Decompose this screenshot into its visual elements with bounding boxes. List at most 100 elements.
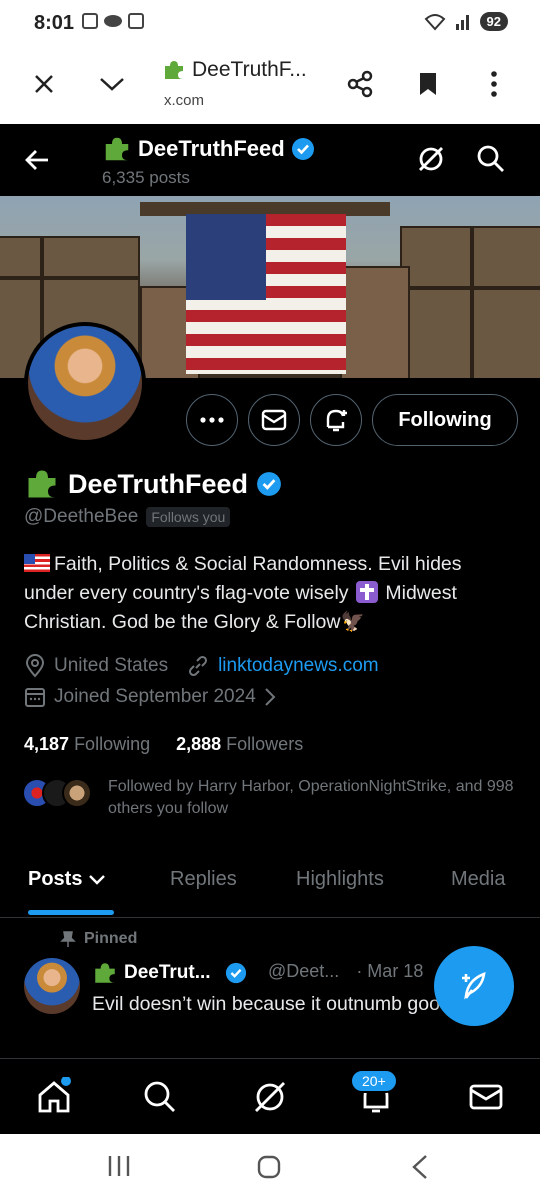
wifi-icon — [424, 13, 445, 30]
tweet-author[interactable]: DeeTrut... — [92, 960, 247, 986]
notifications-button[interactable] — [310, 394, 362, 446]
bio-text: under every country's flag-vote wisely — [24, 582, 349, 604]
nav-home[interactable] — [34, 1076, 74, 1117]
profile-bio: Faith, Politics & Social Randomness. Evi… — [24, 550, 524, 637]
tab-title: DeeTruthF... — [162, 58, 307, 82]
arrow-left-icon — [25, 150, 48, 170]
banner-beam — [0, 276, 140, 280]
follower-avatar — [62, 778, 92, 808]
puzzle-icon — [95, 963, 115, 983]
bell-plus-icon — [326, 409, 347, 432]
back-button[interactable] — [20, 142, 56, 178]
status-time: 8:01 — [34, 12, 75, 34]
profile-stats: 4,187 Following 2,888 Followers — [24, 734, 303, 755]
bio-text: Christian. God be the Glory & Follow🦅 — [24, 611, 365, 633]
close-button[interactable] — [24, 64, 64, 104]
following-stat[interactable]: 4,187 Following — [24, 734, 150, 755]
calendar-icon — [128, 13, 144, 29]
profile-avatar[interactable] — [24, 322, 146, 444]
tweet-handle: @Deet... — [268, 961, 340, 981]
profile-tabs: Posts Replies Highlights Media — [0, 858, 540, 918]
active-tab-indicator — [28, 910, 114, 915]
back-nav-button[interactable] — [410, 1154, 430, 1180]
home-button[interactable] — [256, 1154, 282, 1180]
following-count: 4,187 — [24, 734, 70, 754]
status-bar: 8:01 92 — [0, 0, 540, 46]
header-name: DeeTruthFeed — [102, 134, 315, 164]
follows-you-badge: Follows you — [146, 507, 231, 527]
american-flag-image — [186, 214, 346, 374]
pinned-label-row: Pinned — [60, 930, 137, 948]
banner-house-back — [340, 266, 410, 378]
pinned-label: Pinned — [84, 930, 138, 947]
search-icon — [477, 145, 504, 172]
notification-icon — [82, 13, 98, 29]
status-icons — [82, 13, 144, 29]
grok-button[interactable] — [414, 142, 450, 178]
profile-link[interactable]: linktodaynews.com — [218, 655, 379, 677]
cross-icon — [355, 581, 378, 603]
cloud-icon — [104, 15, 122, 27]
compose-button[interactable] — [434, 946, 514, 1026]
tab-highlights[interactable]: Highlights — [296, 868, 384, 891]
share-button[interactable] — [340, 64, 380, 104]
tab-title-text: DeeTruthF... — [192, 58, 307, 81]
mail-icon — [261, 409, 287, 431]
post-count: 6,335 posts — [102, 168, 190, 187]
profile-handle-row: @DeetheBee Follows you — [24, 506, 231, 528]
tab-domain: x.com — [164, 92, 205, 109]
tweet-meta: @Deet... · Mar 18 — [268, 961, 423, 982]
bookmark-button[interactable] — [408, 64, 448, 104]
chevron-down-icon — [100, 78, 124, 91]
compose-feather-icon — [462, 972, 486, 1000]
banner-beam — [470, 226, 474, 378]
following-button[interactable]: Following — [372, 394, 518, 446]
followers-stat[interactable]: 2,888 Followers — [176, 734, 303, 755]
tab-media[interactable]: Media — [451, 868, 505, 891]
followers-label: Followers — [226, 734, 304, 754]
tab-posts[interactable]: Posts — [28, 868, 106, 891]
followers-count: 2,888 — [176, 734, 222, 754]
nav-messages[interactable] — [466, 1077, 506, 1117]
mail-icon — [469, 1084, 503, 1110]
calendar-icon — [25, 688, 45, 707]
profile-joined-row[interactable]: Joined September 2024 — [24, 686, 276, 708]
search-button[interactable] — [474, 142, 510, 178]
home-icon — [38, 1076, 71, 1113]
status-right: 92 — [424, 12, 508, 31]
profile-name: DeeTruthFeed — [24, 466, 282, 502]
more-options-button[interactable] — [474, 64, 514, 104]
profile-meta-row: United States linktodaynews.com — [24, 654, 379, 678]
nav-grok[interactable] — [250, 1077, 290, 1117]
pin-icon — [60, 931, 76, 947]
recent-apps-button[interactable] — [106, 1154, 132, 1178]
link-icon — [189, 655, 208, 677]
us-flag-icon — [24, 554, 50, 572]
minimize-button[interactable] — [92, 64, 132, 104]
profile-header: DeeTruthFeed 6,335 posts — [0, 124, 540, 196]
tweet-date: · Mar 18 — [356, 961, 424, 981]
bio-text: Midwest — [385, 582, 457, 604]
message-button[interactable] — [248, 394, 300, 446]
grok-icon — [255, 1082, 285, 1112]
bottom-nav — [0, 1058, 540, 1134]
profile-joined: Joined September 2024 — [54, 686, 256, 707]
share-icon — [347, 70, 373, 98]
followed-by-text[interactable]: Followed by Harry Harbor, OperationNight… — [108, 776, 528, 820]
close-icon — [35, 75, 53, 93]
verified-badge-icon — [257, 472, 281, 496]
grok-icon — [419, 147, 443, 171]
tab-posts-label: Posts — [28, 868, 83, 890]
chevron-right-icon — [265, 688, 276, 706]
signal-icon — [455, 14, 469, 30]
notifications-badge: 20+ — [350, 1069, 398, 1093]
system-nav-bar — [0, 1134, 540, 1200]
more-actions-button[interactable] — [186, 394, 238, 446]
tab-replies[interactable]: Replies — [170, 868, 237, 891]
bio-text: Faith, Politics & Social Randomness. Evi… — [54, 553, 462, 575]
tweet-avatar[interactable] — [24, 958, 80, 1014]
chevron-down-icon — [89, 874, 106, 885]
puzzle-icon — [105, 137, 129, 161]
nav-search[interactable] — [140, 1077, 180, 1117]
browser-toolbar: DeeTruthF... x.com — [0, 46, 540, 124]
